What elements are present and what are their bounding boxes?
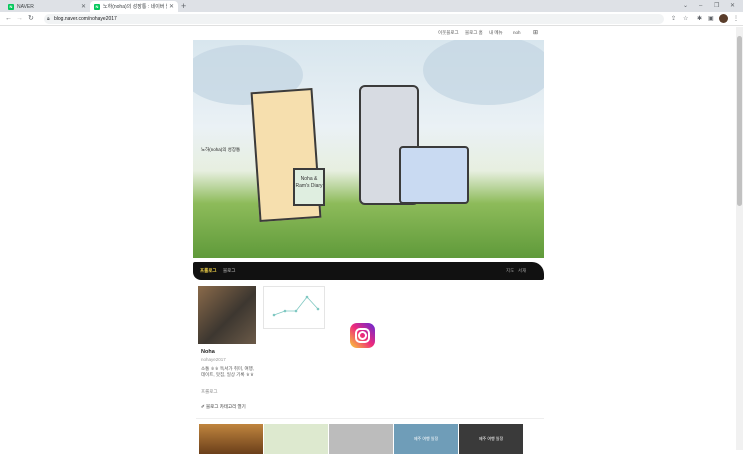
profile-user-id: nohaye2017 bbox=[201, 357, 226, 362]
profile-avatar[interactable] bbox=[719, 14, 728, 23]
scrollbar-thumb[interactable] bbox=[737, 36, 742, 206]
menu-item-map[interactable]: 지도 bbox=[506, 268, 514, 274]
browser-toolbar: ← → ↻ 🔒︎ blog.naver.com/nohaye2017 ⇪ ☆ ✱… bbox=[0, 12, 743, 26]
my-blog-link[interactable]: 이웃블로그 bbox=[438, 30, 459, 36]
naver-favicon-icon: N bbox=[8, 3, 14, 10]
bookmark-star-icon[interactable]: ☆ bbox=[683, 15, 688, 23]
menu-item-prologue[interactable]: 프롤로그 bbox=[200, 268, 217, 274]
profile-nickname[interactable]: Noha bbox=[201, 349, 215, 355]
menu-item-library[interactable]: 서재 bbox=[518, 268, 526, 274]
prologue-link[interactable]: 프롤로그 bbox=[201, 389, 218, 395]
profile-photo[interactable] bbox=[198, 286, 256, 344]
tab-title: 노하(noha)의 성장통 : 네이버 블 bbox=[103, 4, 167, 10]
blog-title[interactable]: 노하(noha)의 성장통 bbox=[201, 147, 240, 153]
naver-blog-favicon-icon: N bbox=[94, 3, 100, 10]
post-thumbnails: 제주 여행 일정 제주 여행 일정 bbox=[196, 418, 544, 454]
window-close-icon[interactable]: ✕ bbox=[730, 1, 735, 11]
forward-icon[interactable]: → bbox=[16, 14, 23, 23]
minimize-icon[interactable]: – bbox=[699, 1, 702, 11]
share-icon[interactable]: ⇪ bbox=[671, 15, 676, 23]
category-open-button[interactable]: ✐ 블로그 카테고리 열기 bbox=[201, 404, 246, 410]
close-icon[interactable]: ✕ bbox=[81, 3, 86, 10]
profile-intro: 소통 ㅎㅎ 독서가 취미, 여행, 데이트, 맛집, 일상 기록 ㅎㅎ bbox=[201, 366, 255, 377]
visitor-line-graph bbox=[272, 295, 320, 317]
blog-banner: Noha & Ram's Diary bbox=[193, 40, 544, 258]
apps-grid-icon[interactable]: ⊞ bbox=[533, 30, 538, 36]
book-illustration: Noha & Ram's Diary bbox=[293, 168, 325, 206]
blog-menu-bar: 프롤로그 블로그 지도 서재 bbox=[193, 262, 544, 280]
tab-title: NAVER bbox=[17, 3, 34, 10]
menu-kebab-icon[interactable]: ⋮ bbox=[733, 15, 739, 23]
back-icon[interactable]: ← bbox=[5, 14, 12, 23]
tab-naver[interactable]: N NAVER ✕ bbox=[4, 1, 90, 12]
menu-item-blog[interactable]: 블로그 bbox=[223, 268, 235, 274]
blog-home-link[interactable]: 블로그 홈 bbox=[465, 30, 483, 36]
reload-icon[interactable]: ↻ bbox=[28, 14, 34, 23]
visitor-graph-widget bbox=[263, 286, 325, 329]
user-menu[interactable]: noh bbox=[513, 30, 521, 36]
tab-search-icon[interactable]: ⌄ bbox=[683, 1, 688, 11]
instagram-icon[interactable] bbox=[350, 323, 375, 348]
close-icon[interactable]: ✕ bbox=[169, 3, 174, 10]
url-text: blog.naver.com/nohaye2017 bbox=[54, 16, 117, 22]
address-bar[interactable]: 🔒︎ blog.naver.com/nohaye2017 bbox=[44, 14, 664, 24]
maximize-icon[interactable]: ❐ bbox=[714, 1, 719, 11]
my-menu-link[interactable]: 내 메뉴 bbox=[489, 30, 503, 36]
sidepanel-icon[interactable]: ▣ bbox=[708, 15, 714, 23]
new-tab-button[interactable]: + bbox=[181, 1, 186, 11]
cloud-shape bbox=[423, 40, 544, 105]
extensions-icon[interactable]: ✱ bbox=[697, 15, 702, 23]
tab-blog[interactable]: N 노하(noha)의 성장통 : 네이버 블 ✕ bbox=[90, 1, 178, 12]
lock-icon: 🔒︎ bbox=[47, 16, 50, 22]
suitcase-illustration bbox=[399, 146, 469, 204]
